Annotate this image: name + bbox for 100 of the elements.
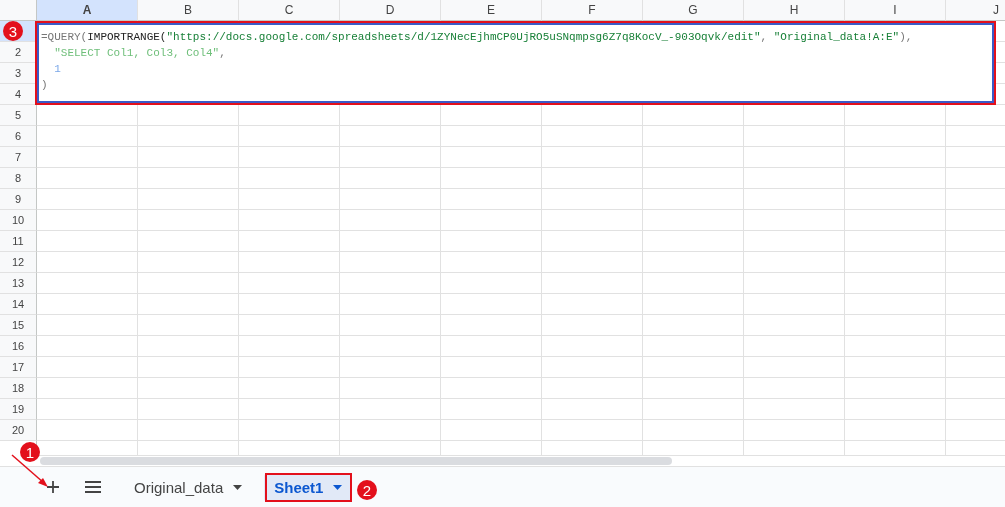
- grid-cell[interactable]: [37, 273, 138, 294]
- grid-cell[interactable]: [441, 273, 542, 294]
- grid-cell[interactable]: [37, 189, 138, 210]
- grid-cell[interactable]: [441, 147, 542, 168]
- grid-cell[interactable]: [441, 378, 542, 399]
- grid-cell[interactable]: [542, 378, 643, 399]
- grid-cell[interactable]: [542, 147, 643, 168]
- grid-cell[interactable]: [441, 399, 542, 420]
- row-header[interactable]: 4: [0, 84, 37, 105]
- grid-cell[interactable]: [441, 252, 542, 273]
- grid-cell[interactable]: [845, 420, 946, 441]
- grid-cell[interactable]: [845, 231, 946, 252]
- grid-cell[interactable]: [340, 294, 441, 315]
- grid-cell[interactable]: [340, 273, 441, 294]
- formula-editor[interactable]: =QUERY(IMPORTRANGE("https://docs.google.com/spreadsheets/d/1ZYNecEjhmCP0UjRO5uSNqmpsg6Z7q8KocV_-903Oqvk/edit", "Original_data!A:E"), "SELECT Col1, Col3, Col4", 1 ): [35, 21, 996, 105]
- grid-cell[interactable]: [643, 189, 744, 210]
- grid-cell[interactable]: [643, 126, 744, 147]
- grid-cell[interactable]: [340, 147, 441, 168]
- grid-cell[interactable]: [37, 357, 138, 378]
- column-header[interactable]: F: [542, 0, 643, 21]
- grid-cell[interactable]: [643, 231, 744, 252]
- grid-cell[interactable]: [643, 357, 744, 378]
- grid-cell[interactable]: [845, 336, 946, 357]
- grid-cell[interactable]: [340, 252, 441, 273]
- grid-cell[interactable]: [340, 189, 441, 210]
- grid-cell[interactable]: [340, 231, 441, 252]
- column-header[interactable]: D: [340, 0, 441, 21]
- grid-cell[interactable]: [340, 315, 441, 336]
- grid-cell[interactable]: [542, 189, 643, 210]
- grid-cell[interactable]: [37, 378, 138, 399]
- grid-cell[interactable]: [37, 231, 138, 252]
- grid-cell[interactable]: [340, 441, 441, 456]
- grid-cell[interactable]: [37, 315, 138, 336]
- grid-cell[interactable]: [441, 231, 542, 252]
- grid-cell[interactable]: [542, 231, 643, 252]
- grid-cell[interactable]: [138, 168, 239, 189]
- grid-cell[interactable]: [37, 252, 138, 273]
- grid-cell[interactable]: [845, 441, 946, 456]
- grid-cell[interactable]: [138, 252, 239, 273]
- grid-cell[interactable]: [441, 189, 542, 210]
- grid-cell[interactable]: [239, 168, 340, 189]
- grid-cell[interactable]: [542, 315, 643, 336]
- menu-icon[interactable]: [84, 478, 102, 496]
- row-header[interactable]: 15: [0, 315, 37, 336]
- column-header[interactable]: E: [441, 0, 542, 21]
- grid-cell[interactable]: [138, 399, 239, 420]
- grid-cell[interactable]: [845, 252, 946, 273]
- grid-cell[interactable]: [744, 441, 845, 456]
- grid-cell[interactable]: [37, 294, 138, 315]
- grid-cell[interactable]: [643, 252, 744, 273]
- grid-cell[interactable]: [138, 420, 239, 441]
- row-header[interactable]: 13: [0, 273, 37, 294]
- column-header[interactable]: G: [643, 0, 744, 21]
- grid-cell[interactable]: [542, 441, 643, 456]
- grid-cell[interactable]: [239, 273, 340, 294]
- grid-cell[interactable]: [37, 210, 138, 231]
- column-header[interactable]: B: [138, 0, 239, 21]
- row-header[interactable]: 18: [0, 378, 37, 399]
- grid-cell[interactable]: [643, 168, 744, 189]
- row-header[interactable]: 11: [0, 231, 37, 252]
- grid-cell[interactable]: [37, 168, 138, 189]
- grid-cell[interactable]: [441, 210, 542, 231]
- row-header[interactable]: 20: [0, 420, 37, 441]
- grid-cell[interactable]: [239, 189, 340, 210]
- grid-cell[interactable]: [744, 252, 845, 273]
- grid-cell[interactable]: [340, 168, 441, 189]
- row-header[interactable]: 6: [0, 126, 37, 147]
- grid-cell[interactable]: [744, 357, 845, 378]
- row-header[interactable]: 3: [0, 63, 37, 84]
- grid-cell[interactable]: [744, 126, 845, 147]
- grid-cell[interactable]: [643, 315, 744, 336]
- grid-cell[interactable]: [138, 357, 239, 378]
- grid-cell[interactable]: [744, 210, 845, 231]
- row-header[interactable]: 17: [0, 357, 37, 378]
- grid-cell[interactable]: [138, 126, 239, 147]
- grid-cell[interactable]: [542, 210, 643, 231]
- grid-cell[interactable]: [340, 126, 441, 147]
- grid-cell[interactable]: [37, 147, 138, 168]
- grid-cell[interactable]: [542, 273, 643, 294]
- grid-cell[interactable]: [542, 357, 643, 378]
- grid-cell[interactable]: [744, 420, 845, 441]
- sheet-tab[interactable]: Original_data: [124, 472, 253, 502]
- grid-cell[interactable]: [239, 210, 340, 231]
- grid-cell[interactable]: [542, 294, 643, 315]
- grid-cell[interactable]: [239, 231, 340, 252]
- grid-cell[interactable]: [542, 336, 643, 357]
- grid-cell[interactable]: [239, 126, 340, 147]
- grid-cell[interactable]: [37, 336, 138, 357]
- grid-cell[interactable]: [239, 252, 340, 273]
- grid-cell[interactable]: [845, 378, 946, 399]
- grid-cell[interactable]: [744, 378, 845, 399]
- row-header[interactable]: 16: [0, 336, 37, 357]
- grid-cell[interactable]: [542, 252, 643, 273]
- grid-cell[interactable]: [542, 399, 643, 420]
- grid-cell[interactable]: [744, 399, 845, 420]
- grid-cell[interactable]: [845, 294, 946, 315]
- grid-cell[interactable]: [744, 189, 845, 210]
- grid-cell[interactable]: [138, 315, 239, 336]
- grid-cell[interactable]: [744, 273, 845, 294]
- row-header[interactable]: 14: [0, 294, 37, 315]
